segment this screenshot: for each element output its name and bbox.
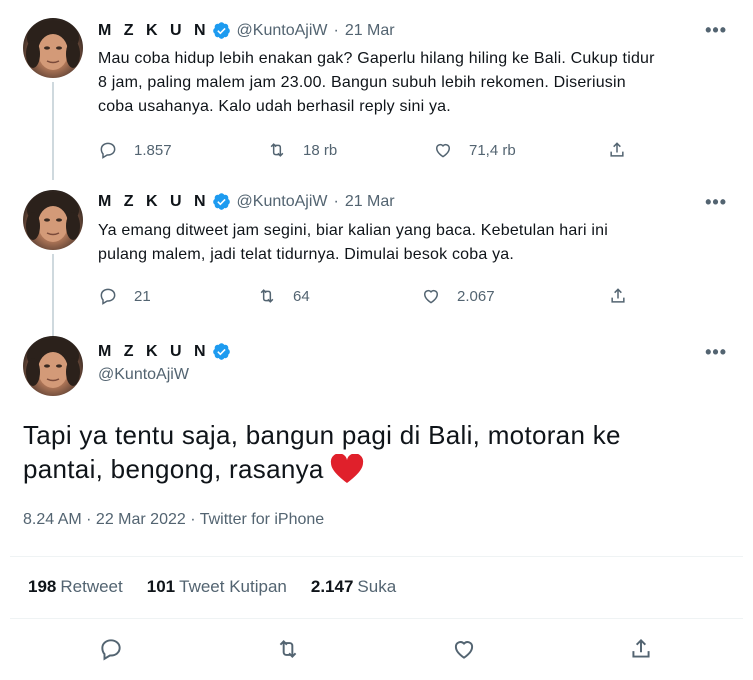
more-icon[interactable]: ••• (705, 192, 727, 213)
reply-button[interactable] (98, 636, 124, 662)
share-button[interactable] (628, 636, 654, 662)
tweet-text: Ya emang ditweet jam segini, biar kalian… (98, 219, 738, 267)
reply-count: 21 (134, 287, 151, 305)
like-icon (424, 289, 438, 304)
thread-connector-line (52, 82, 54, 180)
reply-icon (101, 639, 121, 661)
retweet-icon (270, 143, 284, 157)
like-icon (454, 641, 474, 659)
retweet-count: 198 (28, 577, 57, 596)
tweet-header: M Z K U N @KuntoAjiW · 21 Mar (98, 192, 395, 211)
retweet-button[interactable] (275, 636, 301, 662)
tweet-text-line-2: pantai, bengong, rasanya (23, 452, 733, 486)
share-icon (610, 142, 624, 157)
red-heart-icon (330, 454, 363, 483)
like-button[interactable]: 2.067 (421, 286, 608, 306)
more-icon[interactable]: ••• (705, 20, 727, 41)
tweet-text-line: Tapi ya tentu saja, bangun pagi di Bali,… (23, 420, 621, 450)
reply-icon (100, 142, 116, 159)
retweet-button[interactable]: 64 (257, 286, 421, 306)
tweet-text-line: Mau coba hidup lebih enakan gak? Gaperlu… (98, 50, 655, 67)
retweet-icon (260, 289, 274, 303)
reply-icon (100, 288, 116, 305)
divider (10, 556, 743, 557)
separator-dot: · (333, 21, 339, 39)
engagement-stats: 198 Retweet 101 Tweet Kutipan 2.147 Suka (28, 577, 420, 597)
reply-count: 1.857 (134, 141, 172, 159)
like-count: 2.147 (310, 577, 354, 596)
tweet-date[interactable]: 21 Mar (345, 193, 395, 211)
like-icon (436, 143, 450, 158)
verified-badge-icon (212, 343, 230, 360)
reply-button[interactable]: 1.857 (98, 140, 267, 160)
display-name[interactable]: M Z K U N (98, 193, 210, 211)
divider (10, 618, 743, 619)
user-handle[interactable]: @KuntoAjiW (237, 193, 328, 211)
tweet-actions: 21 64 2.067 (98, 286, 638, 306)
main-tweet-text: Tapi ya tentu saja, bangun pagi di Bali,… (23, 418, 733, 486)
tweet-text-line: 8 jam, paling malem jam 23.00. Bangun su… (98, 74, 626, 91)
thread-connector-line (52, 254, 54, 336)
display-name[interactable]: M Z K U N (98, 22, 210, 40)
share-icon (632, 638, 650, 658)
quote-count: 101 (146, 577, 176, 596)
like-label: Suka (357, 577, 397, 596)
retweet-icon (279, 640, 297, 658)
tweet-text-line: Ya emang ditweet jam segini, biar kalian… (98, 222, 608, 239)
tweet-text-line: coba usahanya. Kalo udah berhasil reply … (98, 98, 451, 115)
like-count: 71,4 rb (469, 141, 516, 159)
retweets-stat[interactable]: 198 Retweet (28, 577, 123, 597)
avatar[interactable] (23, 190, 83, 250)
tweet-date[interactable]: 21 Mar (345, 22, 395, 40)
avatar[interactable] (23, 18, 83, 78)
avatar[interactable] (23, 336, 83, 396)
user-handle[interactable]: @KuntoAjiW (237, 22, 328, 40)
display-name[interactable]: M Z K U N (98, 343, 210, 361)
separator-dot: · (333, 192, 339, 210)
user-handle[interactable]: @KuntoAjiW (98, 366, 189, 384)
like-button[interactable]: 71,4 rb (433, 140, 607, 160)
share-button[interactable] (607, 140, 627, 160)
verified-badge-icon (212, 193, 230, 210)
quote-tweets-stat[interactable]: 101 Tweet Kutipan (147, 577, 287, 597)
like-count: 2.067 (457, 287, 495, 305)
tweet-header: M Z K U N @KuntoAjiW · 21 Mar (98, 21, 395, 40)
more-icon[interactable]: ••• (705, 342, 727, 363)
reply-button[interactable]: 21 (98, 286, 257, 306)
tweet-text-line: pantai, bengong, rasanya (23, 454, 324, 484)
tweet-actions: 1.857 18 rb 71,4 rb (98, 140, 638, 160)
tweet-text-line: pulang malem, jadi telat tidurnya. Dimul… (98, 246, 515, 263)
tweet-timestamp-source[interactable]: 8.24 AM · 22 Mar 2022 · Twitter for iPho… (23, 511, 324, 529)
tweet-text: Mau coba hidup lebih enakan gak? Gaperlu… (98, 47, 738, 119)
verified-badge-icon (212, 22, 230, 39)
tweet-header: M Z K U N (98, 342, 237, 361)
retweet-count: 18 rb (303, 141, 338, 159)
share-button[interactable] (608, 286, 628, 306)
share-icon (611, 288, 625, 303)
quote-label: Tweet Kutipan (179, 577, 287, 596)
retweet-count: 64 (293, 287, 310, 305)
retweet-button[interactable]: 18 rb (267, 140, 433, 160)
like-button[interactable] (451, 636, 477, 662)
retweet-label: Retweet (60, 577, 123, 596)
likes-stat[interactable]: 2.147 Suka (311, 577, 396, 597)
